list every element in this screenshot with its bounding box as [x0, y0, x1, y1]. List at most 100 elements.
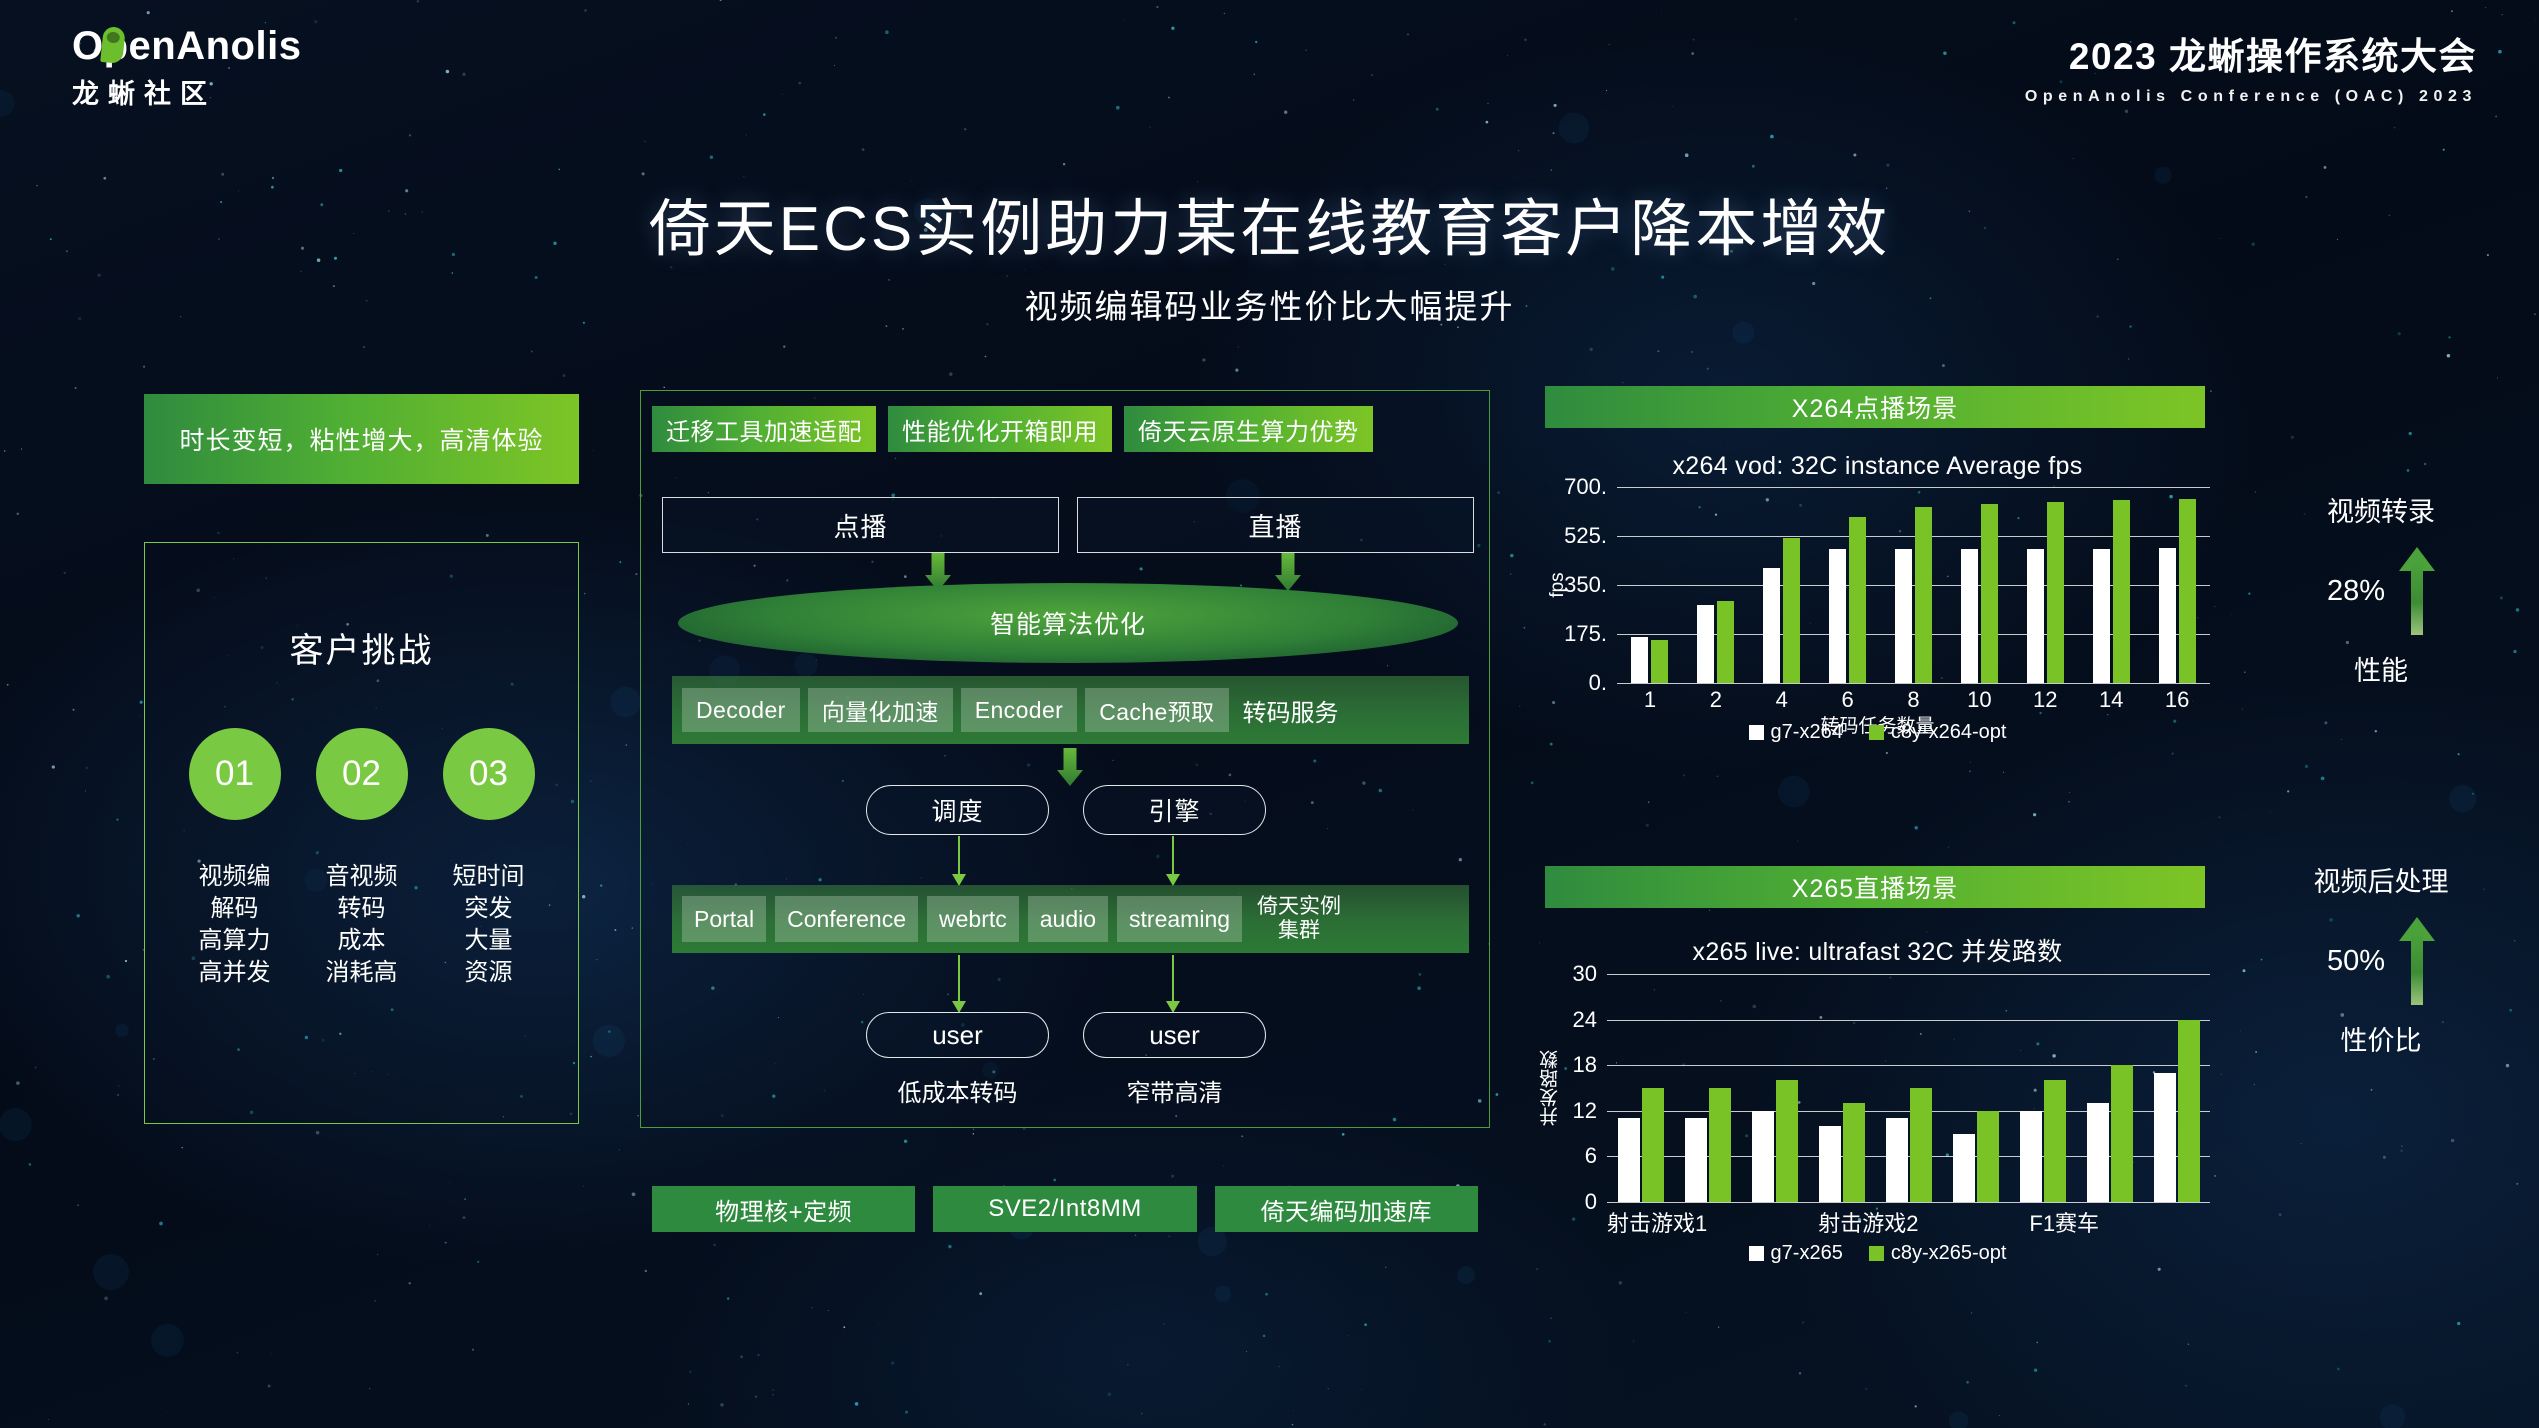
chart2-bar-g7 [1952, 1133, 1975, 1202]
chart2-bar-g7 [1818, 1126, 1841, 1202]
chart1-legend-label: g7-x264 [1770, 721, 1843, 743]
chart2-xtick [1974, 1206, 2029, 1238]
chart1-bar-g7 [2092, 548, 2110, 683]
chart2-bar-c8y [2043, 1080, 2066, 1202]
chart2-bar-g7 [2086, 1103, 2109, 1202]
chart2-xtick [1707, 1206, 1762, 1238]
legend-swatch-icon [1868, 725, 1884, 740]
customer-challenge-title: 客户挑战 [289, 632, 434, 670]
scenario-lane-2: 直播 [1077, 497, 1474, 553]
cluster-chip-5: streaming [1117, 896, 1243, 942]
round-node-1: 调度 [866, 785, 1049, 835]
chart2-xtick: F1赛车 [2029, 1211, 2100, 1236]
chart2-ytick: 30 [1572, 961, 1597, 986]
chart2-bar-c8y [2177, 1019, 2200, 1202]
cluster-band-label: 倚天实例 集群 [1257, 894, 1342, 942]
chart1-ytick: 350. [1564, 572, 1607, 597]
legend-swatch-icon [1748, 725, 1764, 740]
chart1-bar-group [2144, 487, 2210, 683]
user-caption-2: 窄带高清 [1126, 1080, 1223, 1107]
annotation-1-percent: 28% [2326, 574, 2386, 607]
logo-subtitle: 龙蜥社区 [72, 79, 216, 109]
chart1-bar-g7 [1697, 605, 1715, 683]
scenario-lane-1: 点播 [662, 497, 1059, 553]
legend-swatch-icon [1748, 1246, 1764, 1261]
annotation-2-metric: 性价比 [2340, 1026, 2422, 1056]
chart1-bar-group [2012, 487, 2078, 683]
architecture-tag-3: 倚天云原生算力优势 [1124, 406, 1373, 452]
chart1-bar-g7 [1829, 549, 1847, 683]
annotation-1-title: 视频转录 [2327, 497, 2435, 527]
transcoding-service-band: Decoder 向量化加速 Encoder Cache预取 转码服务 [672, 676, 1469, 744]
chart2-bars [1607, 974, 2210, 1202]
hardware-tag-2: SVE2/Int8MM [933, 1186, 1197, 1232]
chart1-bar-group [1946, 487, 2012, 683]
challenge-text-2: 音视频 转码 成本 消耗高 [325, 863, 398, 986]
algorithm-optimization-ellipse: 智能算法优化 [678, 583, 1458, 663]
chart2-legend-item: g7-x265 [1748, 1242, 1843, 1265]
chart1-bar-g7 [1763, 567, 1781, 683]
connector-line-user2 [1172, 955, 1174, 1003]
chart1-bar-group [1815, 487, 1881, 683]
chart2-xticks: 射击游戏1 射击游戏2 F1赛车 [1607, 1206, 2210, 1238]
chart1-bar-g7 [1895, 548, 1912, 683]
chart1-xtick: 10 [1967, 687, 1992, 712]
chart2-bar-g7 [1684, 1118, 1707, 1202]
service-chip-4: Cache预取 [1085, 688, 1229, 732]
logo-wordmark: OpenAnolis [72, 25, 301, 66]
chart2-ytick: 18 [1572, 1052, 1597, 1078]
challenge-text-3: 短时间 突发 大量 资源 [452, 863, 525, 986]
chart1-xtick: 1 [1643, 687, 1657, 712]
chart2-legend-label: g7-x265 [1770, 1242, 1843, 1264]
challenge-number-row: 01 02 03 [145, 728, 578, 820]
chart2-bar-group [2076, 974, 2143, 1202]
chart2-plot: 并发路数 0 6 12 18 24 30 [1540, 961, 2210, 1214]
scenario-lane-row: 点播 直播 [662, 497, 1474, 553]
chart1-bar-c8y [1783, 537, 1801, 683]
chart2-bar-c8y [1976, 1110, 1999, 1202]
chart1-bar-c8y [2112, 500, 2130, 683]
connector-line-engine [1172, 836, 1174, 878]
chart1-bar-c8y [1651, 640, 1669, 683]
brand-logo: OpenAnolis 龙蜥社区 [72, 25, 402, 111]
chart1-xticks: 1 2 4 6 8 10 12 14 16 [1617, 687, 2210, 713]
conference-branding: 2023 龙蜥操作系统大会 OpenAnolis Conference (OAC… [2025, 26, 2477, 106]
cluster-chip-2: Conference [775, 896, 919, 942]
chart2-bar-group [1942, 974, 2009, 1202]
chart2-bar-group [1741, 974, 1808, 1202]
chart2-bar-c8y [1708, 1088, 1731, 1202]
chart1-legend-item: g7-x264 [1748, 721, 1843, 744]
chart2-xtick: 射击游戏1 [1607, 1211, 1708, 1236]
chart1-bar-g7 [1960, 548, 1978, 683]
instance-cluster-band: Portal Conference webrtc audio streaming 倚天实例… [672, 885, 1469, 953]
user-caption-1: 低成本转码 [897, 1080, 1018, 1107]
chart2-ytick: 6 [1584, 1143, 1597, 1169]
chart2-bar-group [1674, 974, 1741, 1202]
hardware-tag-3: 倚天编码加速库 [1214, 1186, 1478, 1232]
legend-swatch-icon [1868, 1246, 1884, 1261]
hardware-feature-tag-row: 物理核+定频 SVE2/Int8MM 倚天编码加速库 [652, 1186, 1478, 1232]
user-node-2: user [1083, 1012, 1266, 1058]
chart2-xtick [1918, 1206, 1973, 1238]
connector-line-scheduler [958, 836, 960, 878]
chart1-xtick: 16 [2164, 687, 2190, 712]
challenge-number-3: 03 [442, 728, 535, 820]
chart2-bar-group [2143, 974, 2210, 1202]
challenge-text-1: 视频编 解码 高算力 高并发 [198, 863, 271, 986]
conference-title: 2023 龙蜥操作系统大会 [2068, 36, 2477, 77]
chart1-title: x264 vod: 32C instance Average fps [1672, 452, 2083, 480]
chart-x264-vod: x264 vod: 32C instance Average fps fps 0. 1… [1545, 452, 2210, 751]
chart1-xtick: 14 [2098, 687, 2124, 712]
connector-line-user1 [958, 955, 960, 1003]
annotation-1-metric: 性能 [2354, 656, 2408, 686]
service-chip-3: Encoder [960, 688, 1078, 732]
chart2-ytick: 0 [1584, 1189, 1597, 1214]
hardware-tag-1: 物理核+定频 [652, 1186, 916, 1232]
cluster-chip-4: audio [1027, 896, 1109, 942]
left-banner: 时长变短，粘性增大，高清体验 [144, 394, 579, 484]
chart2-bar-group [2009, 974, 2076, 1202]
chart1-xtick: 2 [1709, 687, 1722, 712]
chart1-bar-group [1749, 487, 1815, 683]
cluster-chip-3: webrtc [927, 896, 1019, 942]
chart2-xtick [2155, 1206, 2210, 1238]
